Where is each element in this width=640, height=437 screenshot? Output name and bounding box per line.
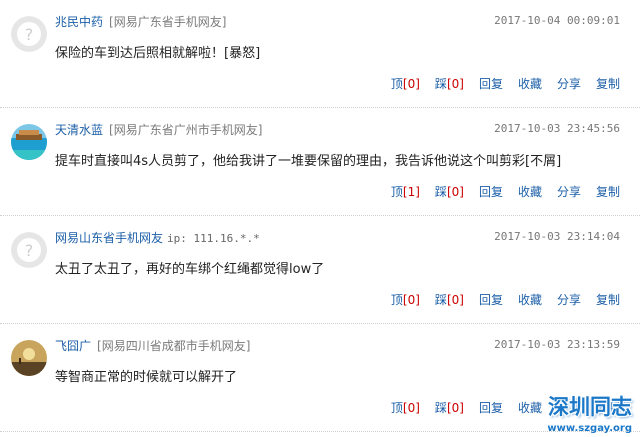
downvote-count: [0]: [446, 77, 464, 91]
watermark-title: 深圳同志: [548, 394, 632, 419]
downvote-count: [0]: [446, 185, 464, 199]
reply-button[interactable]: 回复: [479, 401, 503, 415]
comment-header: 兆民中药 [网易广东省手机网友]: [55, 13, 226, 30]
user-location: [网易广东省广州市手机网友]: [109, 123, 263, 137]
reply-button[interactable]: 回复: [479, 77, 503, 91]
downvote-count: [0]: [446, 293, 464, 307]
copy-button[interactable]: 复制: [596, 293, 620, 307]
comment-item: 天清水蓝 [网易广东省广州市手机网友] 2017-10-03 23:45:56 提车时…: [0, 108, 640, 216]
comment-timestamp: 2017-10-03 23:13:59: [494, 338, 620, 351]
comment-text: 保险的车到达后照相就解啦！[暴怒]: [55, 46, 261, 61]
comment-actions: 顶[0] 踩[0] 回复 收藏 分享 复制: [376, 291, 620, 308]
upvote-button[interactable]: 顶[0]: [391, 77, 420, 91]
comment-header: 天清水蓝 [网易广东省广州市手机网友]: [55, 121, 262, 138]
share-button[interactable]: 分享: [557, 185, 581, 199]
watermark: 深圳同志 www.szgay.org: [526, 394, 638, 435]
copy-button[interactable]: 复制: [596, 185, 620, 199]
svg-text:?: ?: [25, 241, 34, 260]
avatar[interactable]: [11, 340, 47, 376]
comment-text: 太丑了太丑了，再好的车绑个红绳都觉得low了: [55, 262, 325, 277]
avatar[interactable]: ?: [11, 16, 47, 52]
downvote-button[interactable]: 踩[0]: [435, 293, 464, 307]
downvote-count: [0]: [446, 401, 464, 415]
downvote-button[interactable]: 踩[0]: [435, 77, 464, 91]
reply-button[interactable]: 回复: [479, 293, 503, 307]
share-button[interactable]: 分享: [557, 293, 581, 307]
comment-text: 等智商正常的时候就可以解开了: [55, 370, 238, 385]
svg-text:?: ?: [25, 25, 34, 44]
username-link[interactable]: 兆民中药: [55, 15, 103, 29]
reply-button[interactable]: 回复: [479, 185, 503, 199]
comment-item: ? 网易山东省手机网友 ip: 111.16.*.* 2017-10-03 23:14…: [0, 216, 640, 324]
username-link[interactable]: 天清水蓝: [55, 123, 103, 137]
upvote-button[interactable]: 顶[1]: [391, 185, 420, 199]
favorite-button[interactable]: 收藏: [518, 77, 542, 91]
comment-header: 飞囧广 [网易四川省成都市手机网友]: [55, 337, 250, 354]
upvote-count: [0]: [402, 401, 420, 415]
upvote-count: [1]: [402, 185, 420, 199]
comment-actions: 顶[1] 踩[0] 回复 收藏 分享 复制: [376, 183, 620, 200]
comment-header: 网易山东省手机网友 ip: 111.16.*.*: [55, 229, 260, 246]
user-location: [网易四川省成都市手机网友]: [97, 339, 251, 353]
upvote-count: [0]: [402, 293, 420, 307]
favorite-button[interactable]: 收藏: [518, 293, 542, 307]
downvote-button[interactable]: 踩[0]: [435, 185, 464, 199]
watermark-url: www.szgay.org: [547, 423, 632, 434]
avatar[interactable]: [11, 124, 47, 160]
comment-timestamp: 2017-10-03 23:45:56: [494, 122, 620, 135]
comment-timestamp: 2017-10-04 00:09:01: [494, 14, 620, 27]
comment-text: 提车时直接叫4s人员剪了，他给我讲了一堆要保留的理由，我告诉他说这个叫剪彩[不屑…: [55, 154, 562, 169]
comment-actions: 顶[0] 踩[0] 回复 收藏 分享 复制: [376, 75, 620, 92]
favorite-button[interactable]: 收藏: [518, 185, 542, 199]
username-link[interactable]: 网易山东省手机网友: [55, 231, 163, 245]
comment-timestamp: 2017-10-03 23:14:04: [494, 230, 620, 243]
user-location: [网易广东省手机网友]: [109, 15, 227, 29]
copy-button[interactable]: 复制: [596, 77, 620, 91]
avatar[interactable]: ?: [11, 232, 47, 268]
user-ip: ip: 111.16.*.*: [167, 232, 260, 245]
upvote-button[interactable]: 顶[0]: [391, 401, 420, 415]
downvote-button[interactable]: 踩[0]: [435, 401, 464, 415]
username-link[interactable]: 飞囧广: [55, 339, 91, 353]
share-button[interactable]: 分享: [557, 77, 581, 91]
comment-item: ? 兆民中药 [网易广东省手机网友] 2017-10-04 00:09:01 保险的车到…: [0, 0, 640, 108]
upvote-button[interactable]: 顶[0]: [391, 293, 420, 307]
upvote-count: [0]: [402, 77, 420, 91]
